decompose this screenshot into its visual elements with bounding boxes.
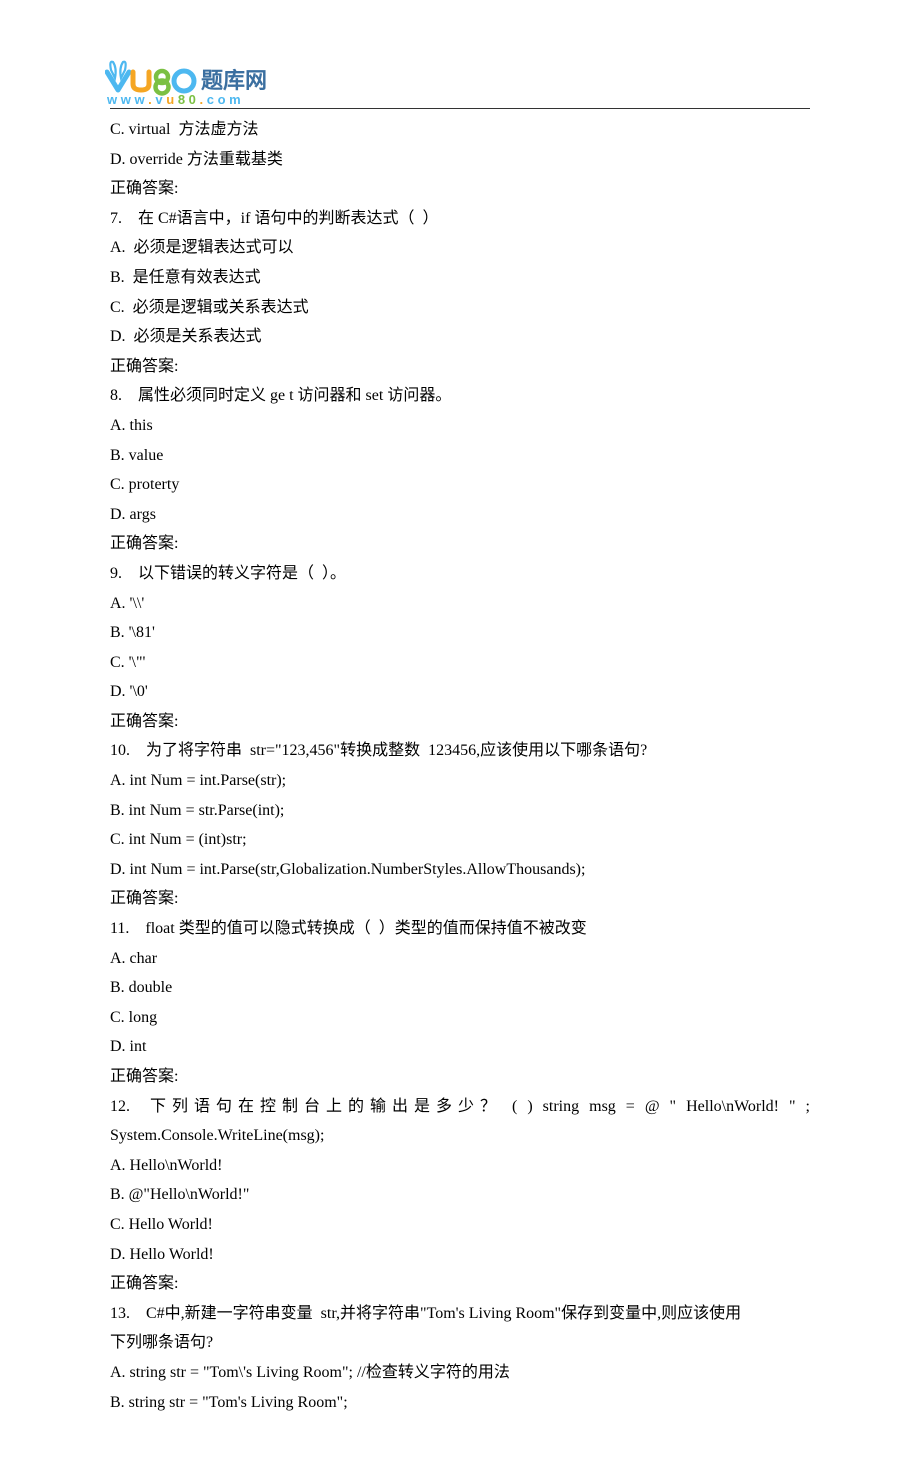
content-line: 9. 以下错误的转义字符是（ ）。 xyxy=(110,559,810,589)
content-line: 13. C#中,新建一字符串变量 str,并将字符串"Tom's Living … xyxy=(110,1299,810,1329)
logo-svg: 题库网 w w w . v u 8 0 . c o m xyxy=(105,60,280,106)
content-line: 下列哪条语句? xyxy=(110,1328,810,1358)
content-line: C. long xyxy=(110,1003,810,1033)
content-line: C. int Num = (int)str; xyxy=(110,825,810,855)
content-line: D. override 方法重载基类 xyxy=(110,145,810,175)
content-line: A. this xyxy=(110,411,810,441)
content-line: A. '\\' xyxy=(110,589,810,619)
content-line: A. int Num = int.Parse(str); xyxy=(110,766,810,796)
content-line: B. '\81' xyxy=(110,618,810,648)
content-line: 正确答案: xyxy=(110,884,810,914)
content-line: D. args xyxy=(110,500,810,530)
content-line: D. 必须是关系表达式 xyxy=(110,322,810,352)
content-line: C. Hello World! xyxy=(110,1210,810,1240)
content-line: 10. 为了将字符串 str="123,456"转换成整数 123456,应该使… xyxy=(110,736,810,766)
content-line: D. int Num = int.Parse(str,Globalization… xyxy=(110,855,810,885)
content-line: C. virtual 方法虚方法 xyxy=(110,115,810,145)
logo-text-cn: 题库网 xyxy=(201,68,267,93)
content-line: 11. float 类型的值可以隐式转换成（ ）类型的值而保持值不被改变 xyxy=(110,914,810,944)
content-line: D. Hello World! xyxy=(110,1240,810,1270)
content-line: A. Hello\nWorld! xyxy=(110,1151,810,1181)
content-line: 正确答案: xyxy=(110,529,810,559)
document-content: C. virtual 方法虚方法D. override 方法重载基类正确答案:7… xyxy=(110,115,810,1417)
logo-url: w w w . v u 8 0 . c o m xyxy=(106,92,241,106)
content-line: 正确答案: xyxy=(110,174,810,204)
content-line: 12. 下列语句在控制台上的输出是多少？ ( ) string msg = @ … xyxy=(110,1092,810,1122)
content-line: A. char xyxy=(110,944,810,974)
content-line: 正确答案: xyxy=(110,1062,810,1092)
content-line: 8. 属性必须同时定义 ge t 访问器和 set 访问器。 xyxy=(110,381,810,411)
content-line: B. @"Hello\nWorld!" xyxy=(110,1180,810,1210)
content-line: D. '\0' xyxy=(110,677,810,707)
content-line: D. int xyxy=(110,1032,810,1062)
content-line: C. proterty xyxy=(110,470,810,500)
content-line: 正确答案: xyxy=(110,707,810,737)
content-line: B. double xyxy=(110,973,810,1003)
content-line: System.Console.WriteLine(msg); xyxy=(110,1121,810,1151)
content-line: C. '\"' xyxy=(110,648,810,678)
content-line: 正确答案: xyxy=(110,1269,810,1299)
site-logo: 题库网 w w w . v u 8 0 . c o m xyxy=(105,60,810,106)
header-separator xyxy=(110,108,810,109)
content-line: 7. 在 C#语言中，if 语句中的判断表达式（ ） xyxy=(110,204,810,234)
content-line: A. string str = "Tom\'s Living Room"; //… xyxy=(110,1358,810,1388)
content-line: B. value xyxy=(110,441,810,471)
content-line: A. 必须是逻辑表达式可以 xyxy=(110,233,810,263)
content-line: C. 必须是逻辑或关系表达式 xyxy=(110,293,810,323)
content-line: B. string str = "Tom's Living Room"; xyxy=(110,1388,810,1418)
content-line: B. 是任意有效表达式 xyxy=(110,263,810,293)
content-line: 正确答案: xyxy=(110,352,810,382)
content-line: B. int Num = str.Parse(int); xyxy=(110,796,810,826)
